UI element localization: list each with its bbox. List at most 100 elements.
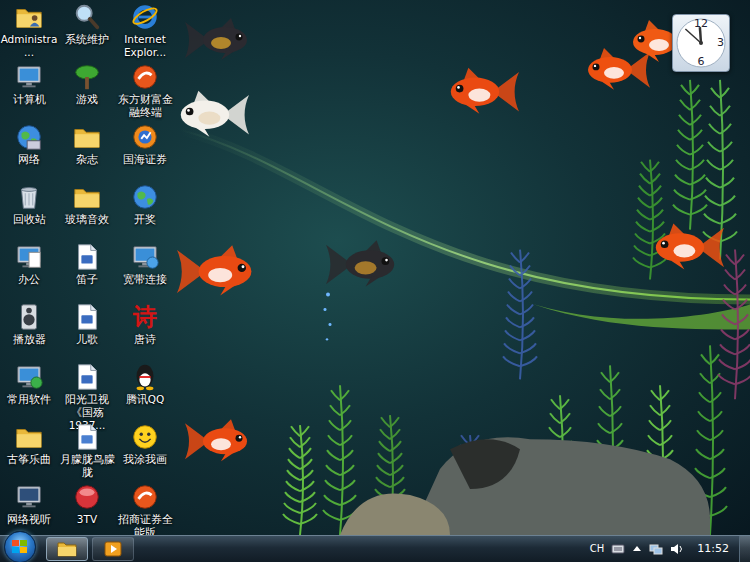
desktop-icon-label: 游戏 xyxy=(58,93,116,106)
desktop-icon-image xyxy=(129,362,161,392)
media-player-icon xyxy=(104,541,122,557)
desktop-icon-label: Administra... xyxy=(0,33,58,59)
network-computer-icon xyxy=(130,242,160,272)
start-button[interactable] xyxy=(4,531,36,562)
desktop-icon-image xyxy=(129,182,161,212)
finance-app-icon xyxy=(130,62,160,92)
desktop-icon[interactable]: 诗唐诗 xyxy=(116,302,174,362)
desktop-icon-label: 计算机 xyxy=(0,93,58,106)
desktop-icon-image xyxy=(13,482,45,512)
folder-icon xyxy=(14,422,44,452)
desktop-icon-label: 网络 xyxy=(0,153,58,166)
volume-icon[interactable] xyxy=(670,543,684,555)
desktop-icon-image xyxy=(13,182,45,212)
desktop-icon[interactable]: Internet Explor... xyxy=(116,2,174,62)
desktop-icon-label: 系统维护 xyxy=(58,33,116,46)
desktop-icon[interactable]: 东方财富金融终端 xyxy=(116,62,174,122)
network-icon[interactable] xyxy=(649,543,663,555)
desktop-icon[interactable]: 回收站 xyxy=(0,182,58,242)
desktop-icon[interactable]: 阳光卫视《国殇1937... xyxy=(58,362,116,422)
clock-number: 6 xyxy=(698,56,705,68)
desktop-icon-image xyxy=(13,422,45,452)
desktop-icon[interactable]: 儿歌 xyxy=(58,302,116,362)
keyboard-icon[interactable] xyxy=(611,543,625,555)
desktop-icon-image xyxy=(13,2,45,32)
desktop-icon-image xyxy=(71,482,103,512)
desktop-icon[interactable]: 宽带连接 xyxy=(116,242,174,302)
clock-gadget[interactable]: 1236 xyxy=(672,14,730,72)
smiley-icon xyxy=(130,422,160,452)
desktop-icon[interactable]: 杂志 xyxy=(58,122,116,182)
desktop-icon[interactable]: 笛子 xyxy=(58,242,116,302)
desktop-icon[interactable]: 播放器 xyxy=(0,302,58,362)
goldfish xyxy=(656,223,724,269)
desktop-icon[interactable]: 办公 xyxy=(0,242,58,302)
desktop-icon-image xyxy=(129,482,161,512)
document-icon xyxy=(72,362,102,392)
desktop-icon[interactable]: 腾讯QQ xyxy=(116,362,174,422)
desktop-icon-label: 儿歌 xyxy=(58,333,116,346)
clock-time[interactable]: 11:52 xyxy=(697,542,729,556)
desktop-icon-label: 我涂我画 xyxy=(116,453,174,466)
desktop-icon[interactable]: 3TV xyxy=(58,482,116,542)
document-icon xyxy=(72,242,102,272)
desktop-icon-label: 办公 xyxy=(0,273,58,286)
show-desktop-button[interactable] xyxy=(739,536,750,562)
desktop-icon-label: 玻璃音效 xyxy=(58,213,116,226)
desktop-icon[interactable]: 计算机 xyxy=(0,62,58,122)
desktop-icon-image xyxy=(13,362,45,392)
show-hidden-icons-icon[interactable] xyxy=(632,544,642,554)
desktop-icon[interactable]: 游戏 xyxy=(58,62,116,122)
desktop-icon-label: 开奖 xyxy=(116,213,174,226)
desktop-icon[interactable]: 我涂我画 xyxy=(116,422,174,482)
poem-glyph-icon: 诗 xyxy=(133,303,157,331)
language-indicator[interactable]: CH xyxy=(590,542,605,556)
goldfish xyxy=(185,419,247,461)
desktop-icon[interactable]: 国海证券 xyxy=(116,122,174,182)
desktop-icon-image xyxy=(13,122,45,152)
monitor-icon xyxy=(14,482,44,512)
desktop-icon-image xyxy=(129,2,161,32)
goldfish xyxy=(326,240,394,286)
goldfish xyxy=(177,245,251,295)
desktop-icon[interactable]: 系统维护 xyxy=(58,2,116,62)
desktop-icon-image xyxy=(71,2,103,32)
desktop-icon-image xyxy=(71,182,103,212)
desktop-icon[interactable]: 玻璃音效 xyxy=(58,182,116,242)
magnifier-icon xyxy=(72,2,102,32)
desktop-icon-label: 腾讯QQ xyxy=(116,393,174,406)
software-icon xyxy=(14,362,44,392)
desktop-icon[interactable]: 招商证券全能版 xyxy=(116,482,174,542)
desktop-icon-label: 国海证券 xyxy=(116,153,174,166)
desktop-icon-label: 唐诗 xyxy=(116,333,174,346)
desktop-icon-image xyxy=(71,362,103,392)
desktop-icon[interactable]: 开奖 xyxy=(116,182,174,242)
system-tray: CH 11:52 xyxy=(590,542,735,556)
desktop-icon-label: 杂志 xyxy=(58,153,116,166)
recycle-bin-icon xyxy=(14,182,44,212)
network-icon xyxy=(14,122,44,152)
desktop-icon-grid: Administra...计算机网络回收站办公播放器常用软件古筝乐曲网络视听系统… xyxy=(0,0,174,542)
tree-icon xyxy=(72,62,102,92)
desktop-icon-label: 东方财富金融终端 xyxy=(116,93,174,119)
desktop-icon[interactable]: 网络 xyxy=(0,122,58,182)
desktop-icon-image xyxy=(129,422,161,452)
ie-icon xyxy=(130,2,160,32)
audio-file-icon xyxy=(72,422,102,452)
desktop-icon-image xyxy=(129,242,161,272)
desktop-icon[interactable]: Administra... xyxy=(0,2,58,62)
taskbar-button[interactable] xyxy=(92,537,134,561)
desktop-icon-image xyxy=(71,302,103,332)
desktop-icon[interactable]: 常用软件 xyxy=(0,362,58,422)
folder-icon xyxy=(72,122,102,152)
computer-icon xyxy=(14,62,44,92)
windows-desktop: Administra...计算机网络回收站办公播放器常用软件古筝乐曲网络视听系统… xyxy=(0,0,750,562)
stock-app-icon xyxy=(130,122,160,152)
desktop: Administra...计算机网络回收站办公播放器常用软件古筝乐曲网络视听系统… xyxy=(0,0,750,535)
desktop-icon-image xyxy=(71,422,103,452)
desktop-icon[interactable]: 古筝乐曲 xyxy=(0,422,58,482)
windows-logo-icon xyxy=(12,540,28,554)
taskbar-button[interactable] xyxy=(46,537,88,561)
desktop-icon[interactable]: 月朦胧鸟朦胧 xyxy=(58,422,116,482)
desktop-icon-label: 3TV xyxy=(58,513,116,526)
